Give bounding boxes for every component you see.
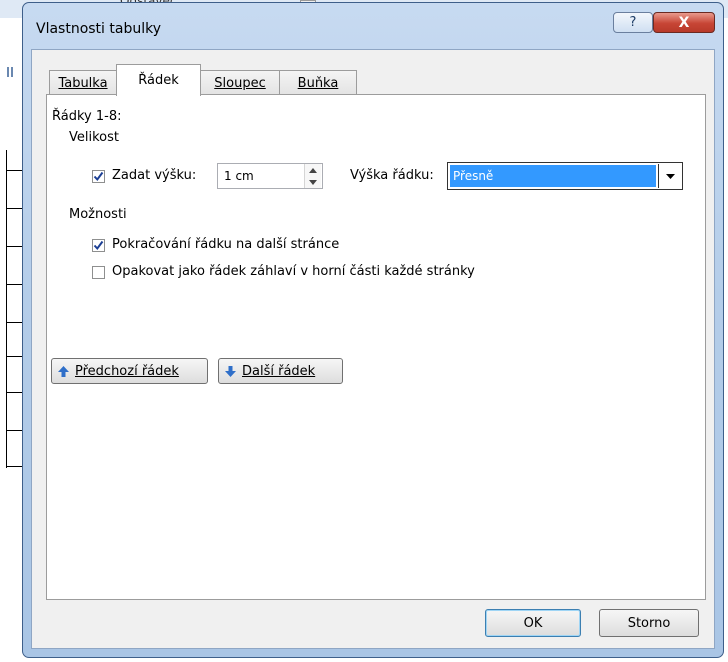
tab-label: Řádek (138, 73, 179, 88)
dialog-client-area: Tabulka Řádek Sloupec Buňka Řádky 1-8: V… (31, 49, 715, 649)
repeat-header-checkbox[interactable] (92, 266, 105, 279)
arrow-down-icon (225, 365, 236, 377)
spin-up-icon[interactable] (305, 164, 321, 176)
spin-down-icon[interactable] (305, 176, 321, 188)
cancel-label: Storno (627, 615, 671, 631)
tab-table[interactable]: Tabulka (49, 70, 117, 95)
tab-cell[interactable]: Buňka (279, 70, 357, 95)
allow-row-break-label[interactable]: Pokračování řádku na další stránce (112, 237, 339, 252)
height-spinner[interactable] (304, 164, 322, 188)
previous-row-label: Předchozí řádek (75, 363, 179, 379)
dropdown-arrow-icon[interactable] (658, 164, 681, 188)
checkmark-icon (93, 240, 104, 251)
help-button[interactable]: ? (613, 12, 653, 33)
row-height-input[interactable]: 1 cm (217, 163, 323, 189)
title-bar[interactable]: Vlastnosti tabulky ? X (23, 3, 723, 49)
previous-row-button[interactable]: Předchozí řádek (51, 358, 208, 384)
set-height-label[interactable]: Zadat výšku: (112, 168, 196, 183)
set-height-checkbox[interactable] (92, 170, 105, 183)
row-height-mode-select[interactable]: Přesně (447, 162, 683, 190)
dialog-title: Vlastnosti tabulky (36, 21, 162, 37)
next-row-label: Další řádek (242, 363, 316, 379)
checkmark-icon (93, 171, 104, 182)
tab-label: Tabulka (58, 75, 108, 91)
allow-row-break-checkbox[interactable] (92, 239, 105, 252)
options-group-label: Možnosti (69, 207, 127, 222)
ruler-marker-icon (6, 65, 14, 83)
cancel-button[interactable]: Storno (599, 609, 699, 637)
close-icon: X (678, 14, 690, 31)
ok-label: OK (523, 615, 543, 631)
repeat-header-label[interactable]: Opakovat jako řádek záhlaví v horní část… (112, 264, 475, 279)
rows-range-label: Řádky 1-8: (52, 109, 122, 124)
tab-row[interactable]: Řádek (116, 64, 201, 96)
tab-label: Buňka (297, 75, 339, 91)
close-button[interactable]: X (653, 12, 715, 33)
row-height-mode-value: Přesně (450, 165, 656, 187)
row-height-mode-label: Výška řádku: (350, 168, 434, 183)
tab-label: Sloupec (214, 75, 266, 91)
ok-button[interactable]: OK (485, 609, 581, 637)
next-row-button[interactable]: Další řádek (218, 358, 343, 384)
row-height-value: 1 cm (224, 169, 254, 183)
size-group-label: Velikost (69, 130, 119, 145)
arrow-up-icon (58, 365, 69, 377)
table-properties-dialog: Vlastnosti tabulky ? X Tabulka Řádek Slo… (22, 2, 724, 658)
tab-column[interactable]: Sloupec (200, 70, 280, 95)
help-icon: ? (629, 15, 637, 30)
